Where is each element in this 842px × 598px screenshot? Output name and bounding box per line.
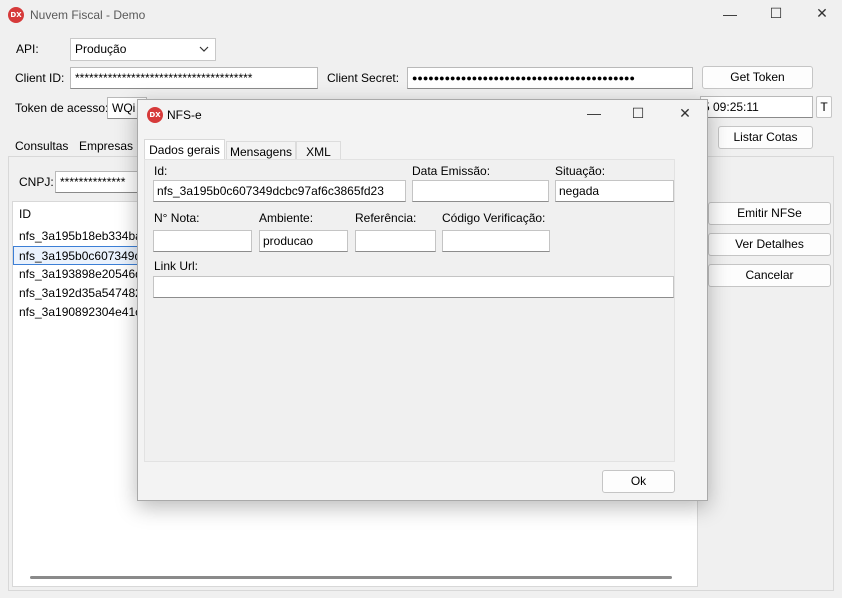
tab-empresas[interactable]: Empresas [75,136,137,156]
ok-button[interactable]: Ok [602,470,675,493]
list-item-selected[interactable]: nfs_3a195b0c607349dc [13,246,144,265]
close-button[interactable]: ✕ [808,5,836,22]
dialog-title: NFS-e [167,108,202,122]
ambiente-label: Ambiente: [259,211,314,225]
data-emissao-field[interactable] [412,180,549,202]
window-title: Nuvem Fiscal - Demo [30,8,146,22]
tab-mensagens[interactable]: Mensagens [226,141,296,161]
dados-gerais-panel [144,159,675,462]
list-item[interactable]: nfs_3a193898e20546d1 [14,265,144,284]
minimize-button[interactable]: — [716,6,744,22]
chevron-down-icon [199,46,209,52]
nfse-dialog: DX NFS-e — ☐ ✕ Dados gerais Mensagens XM… [137,99,708,501]
cnpj-label: CNPJ: [19,175,54,189]
listar-cotas-button[interactable]: Listar Cotas [718,126,813,149]
list-header-id[interactable]: ID [14,205,144,224]
id-field[interactable]: nfs_3a195b0c607349dcbc97af6c3865fd23 [153,180,406,202]
codigo-verificacao-field[interactable] [442,230,550,252]
referencia-field[interactable] [355,230,436,252]
t-button[interactable]: T [816,96,832,118]
dialog-close-button[interactable]: ✕ [671,105,699,122]
codigo-verificacao-label: Código Verificação: [442,211,546,225]
api-label: API: [16,42,39,56]
referencia-label: Referência: [355,211,417,225]
list-item[interactable]: nfs_3a195b18eb334ba3 [14,227,144,246]
data-emissao-label: Data Emissão: [412,164,491,178]
dialog-minimize-button[interactable]: — [580,105,608,121]
get-token-button[interactable]: Get Token [702,66,813,89]
title-bar: DX Nuvem Fiscal - Demo — ☐ ✕ [0,0,842,30]
ambiente-field[interactable]: producao [259,230,348,252]
list-item[interactable]: nfs_3a190892304e41c3 [14,303,144,322]
api-select[interactable]: Produção [70,38,216,61]
maximize-button[interactable]: ☐ [762,5,790,22]
client-secret-field[interactable]: ●●●●●●●●●●●●●●●●●●●●●●●●●●●●●●●●●●●●●●●●… [407,67,693,89]
client-id-label: Client ID: [15,71,65,85]
api-select-value: Produção [75,42,127,56]
client-id-field[interactable]: ************************************** [70,67,318,89]
list-item[interactable]: nfs_3a192d35a547482c [14,284,144,303]
link-url-label: Link Url: [154,259,199,273]
link-url-field[interactable] [153,276,674,298]
horizontal-scrollbar[interactable] [30,576,672,579]
dialog-maximize-button[interactable]: ☐ [624,105,652,122]
id-label: Id: [154,164,168,178]
emitir-nfse-button[interactable]: Emitir NFSe [708,202,831,225]
situacao-field[interactable]: negada [555,180,674,202]
numero-nota-field[interactable] [153,230,252,252]
tab-dados-gerais[interactable]: Dados gerais [144,139,225,159]
app-logo-icon: DX [8,7,24,23]
numero-nota-label: N° Nota: [154,211,200,225]
cancelar-button[interactable]: Cancelar [708,264,831,287]
tab-consultas[interactable]: Consultas [11,136,72,156]
ver-detalhes-button[interactable]: Ver Detalhes [708,233,831,256]
client-secret-label: Client Secret: [327,71,400,85]
tab-xml[interactable]: XML [296,141,341,161]
token-label: Token de acesso: [15,101,109,115]
dialog-logo-icon: DX [147,107,163,123]
cnpj-field[interactable]: ************** [55,171,145,193]
situacao-label: Situação: [555,164,606,178]
token-expiry-field[interactable]: 5 09:25:11 [700,96,813,118]
